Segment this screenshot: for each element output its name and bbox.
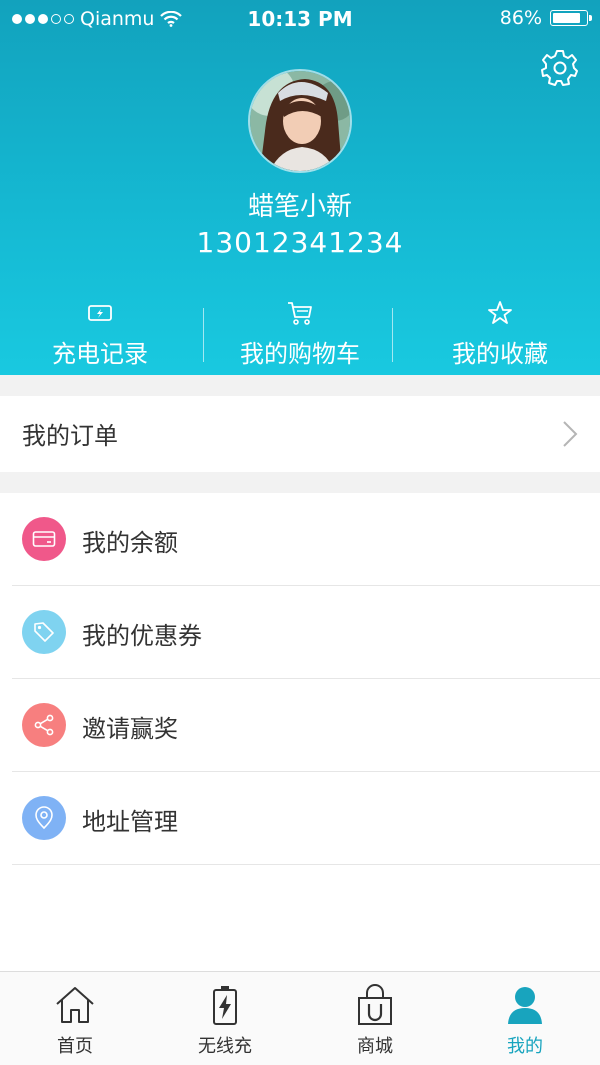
shopping-cart-label: 我的购物车 [240, 340, 360, 368]
section-gap [0, 472, 600, 493]
coupon-tag-icon [22, 610, 66, 654]
my-orders-label: 我的订单 [22, 422, 118, 450]
tab-label: 我的 [507, 1036, 543, 1057]
tab-bar: 首页 无线充 商城 我的 [0, 971, 600, 1065]
battery-percent: 86% [499, 7, 542, 29]
avatar-photo [250, 71, 350, 171]
profile-header: Qianmu 10:13 PM 86% 蜡笔小新 13012341234 充电记… [0, 0, 600, 375]
quick-actions: 充电记录 我的购物车 我的收藏 [0, 298, 600, 368]
charge-record-label: 充电记录 [52, 340, 148, 368]
home-icon [56, 987, 94, 1023]
gear-icon[interactable] [540, 48, 580, 88]
shopping-cart-button[interactable]: 我的购物车 [200, 298, 400, 368]
battery-charge-icon [213, 986, 237, 1025]
tab-label: 商城 [357, 1036, 393, 1057]
menu-item-coupons[interactable]: 我的优惠券 [12, 586, 600, 679]
charge-record-icon [88, 305, 112, 321]
tab-wireless-charge[interactable]: 无线充 [150, 972, 300, 1065]
shopping-cart-icon [288, 302, 312, 325]
status-bar: Qianmu 10:13 PM 86% [0, 0, 600, 38]
menu-item-invite[interactable]: 邀请赢奖 [12, 679, 600, 772]
menu-item-balance[interactable]: 我的余额 [12, 493, 600, 586]
tab-label: 首页 [57, 1036, 93, 1057]
divider [392, 308, 393, 362]
battery-icon [550, 10, 592, 26]
divider [203, 308, 204, 362]
tab-mine[interactable]: 我的 [450, 972, 600, 1065]
section-gap [0, 375, 600, 396]
wallet-icon [22, 517, 66, 561]
menu-item-address[interactable]: 地址管理 [12, 772, 600, 865]
chevron-right-icon [563, 421, 578, 447]
location-pin-icon [22, 796, 66, 840]
menu-item-label: 邀请赢奖 [82, 715, 178, 743]
menu-item-label: 我的优惠券 [82, 622, 202, 650]
avatar[interactable] [248, 69, 352, 173]
star-icon [488, 301, 512, 324]
my-orders-row[interactable]: 我的订单 [0, 396, 600, 472]
shopping-bag-icon [358, 984, 392, 1025]
menu-list: 我的余额 我的优惠券 邀请赢奖 地址管理 [0, 493, 600, 865]
tab-home[interactable]: 首页 [0, 972, 150, 1065]
favorites-button[interactable]: 我的收藏 [400, 298, 600, 368]
phone-number: 13012341234 [196, 226, 404, 259]
user-icon [508, 987, 542, 1024]
tab-mall[interactable]: 商城 [300, 972, 450, 1065]
username: 蜡笔小新 [247, 192, 352, 222]
charge-record-button[interactable]: 充电记录 [0, 298, 200, 368]
share-icon [22, 703, 66, 747]
menu-item-label: 我的余额 [82, 529, 178, 557]
menu-item-label: 地址管理 [82, 808, 178, 836]
favorites-label: 我的收藏 [452, 340, 548, 368]
tab-label: 无线充 [198, 1036, 252, 1057]
